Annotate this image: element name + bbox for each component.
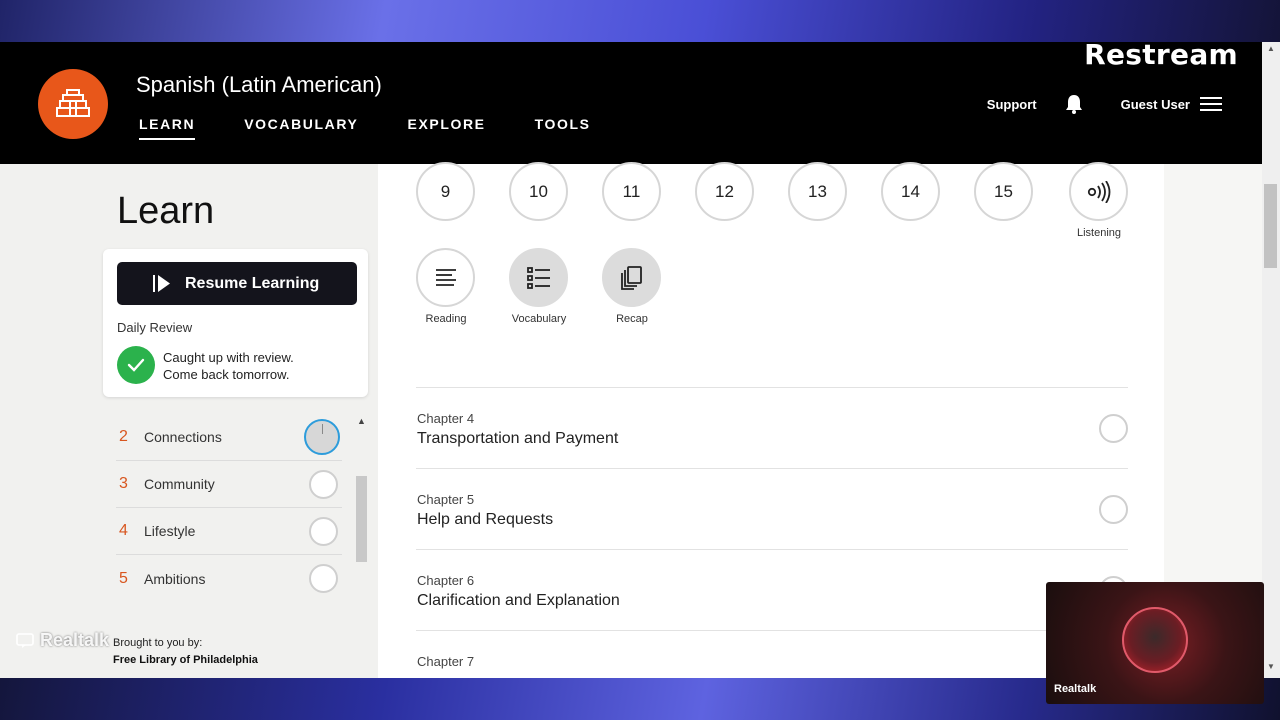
sponsor-name: Free Library of Philadelphia [113, 654, 258, 666]
unit-number: 2 [119, 428, 128, 445]
chapter-item[interactable]: Chapter 6 Clarification and Explanation [416, 550, 1128, 631]
webcam-name-label: Realtalk [1054, 683, 1097, 695]
lesson-button[interactable]: 11 [602, 162, 661, 221]
unit-item[interactable]: 5 Ambitions [116, 555, 342, 602]
resume-learning-label: Resume Learning [185, 274, 320, 292]
scroll-up-icon[interactable]: ▲ [1267, 44, 1275, 53]
nav-learn[interactable]: LEARN [139, 116, 196, 140]
unit-name: Ambitions [144, 570, 206, 587]
chapter-list: Chapter 4 Transportation and Payment Cha… [416, 387, 1128, 678]
listening-lesson: Listening [1069, 162, 1128, 239]
unit-number: 4 [119, 522, 128, 539]
unit-list: 2 Connections 3 Community 4 Lifestyle 5 … [116, 414, 342, 602]
review-message-line2: Come back tomorrow. [163, 367, 290, 382]
bell-icon[interactable] [1065, 94, 1083, 114]
top-header: Spanish (Latin American) LEARN VOCABULAR… [0, 42, 1262, 164]
header-actions: Support Guest User [987, 94, 1222, 114]
resume-learning-button[interactable]: Resume Learning [117, 262, 357, 305]
chapter-number: Chapter 7 [417, 654, 475, 669]
daily-review-label: Daily Review [117, 320, 193, 335]
course-title: Spanish (Latin American) [136, 72, 382, 97]
review-message-line1: Caught up with review. [163, 350, 294, 365]
nav-tools[interactable]: TOOLS [535, 116, 591, 140]
avatar [1122, 607, 1188, 673]
chapter-title: Transportation and Payment [417, 430, 619, 447]
realtalk-watermark: Realtalk [16, 630, 109, 651]
watermark-label: Realtalk [40, 630, 110, 650]
resume-card: Resume Learning Daily Review Caught up w… [103, 249, 368, 397]
review-status-message: Caught up with review. Come back tomorro… [163, 349, 343, 383]
hamburger-menu-icon[interactable] [1200, 96, 1222, 112]
learn-sidebar: Learn Resume Learning Daily Review Caugh… [0, 164, 378, 678]
nav-vocabulary[interactable]: VOCABULARY [244, 116, 358, 140]
chapter-progress-ring [1099, 495, 1128, 524]
chapter-title: Clarification and Explanation [417, 592, 620, 609]
chapter-title: Help and Requests [417, 511, 554, 528]
sidebar-scroll-up-icon[interactable]: ▲ [357, 416, 366, 426]
chapter-item[interactable]: Chapter 4 Transportation and Payment [416, 388, 1128, 469]
recap-icon[interactable] [602, 248, 661, 307]
resource-reading[interactable]: Reading [416, 248, 475, 325]
unit-progress-ring [309, 564, 338, 593]
reading-icon[interactable] [416, 248, 475, 307]
unit-name: Connections [144, 429, 222, 445]
resource-vocabulary[interactable]: Vocabulary [509, 248, 568, 325]
listening-button[interactable] [1069, 162, 1128, 221]
restream-logo: Restream [1084, 38, 1238, 71]
chapter-item[interactable]: Chapter 7 [416, 631, 1128, 678]
nav-explore[interactable]: EXPLORE [408, 116, 486, 140]
page-scrollbar[interactable]: ▲ ▼ [1262, 42, 1280, 678]
listening-icon [1087, 180, 1110, 203]
checkmark-icon [117, 346, 155, 384]
lesson-button[interactable]: 12 [695, 162, 754, 221]
unit-number: 3 [119, 475, 128, 492]
chapter-number: Chapter 4 [417, 411, 475, 426]
lesson-button[interactable]: 9 [416, 162, 475, 221]
unit-name: Community [144, 476, 215, 492]
lesson-button[interactable]: 13 [788, 162, 847, 221]
chapter-item[interactable]: Chapter 5 Help and Requests [416, 469, 1128, 550]
resource-label: Recap [616, 313, 648, 325]
resource-label: Reading [425, 313, 467, 325]
unit-item[interactable]: 3 Community [116, 461, 342, 508]
resource-label: Vocabulary [511, 313, 567, 325]
lesson-row: 9 10 11 12 13 14 15 [416, 162, 1067, 221]
play-icon [153, 275, 170, 292]
chat-icon [16, 632, 34, 648]
user-menu-label[interactable]: Guest User [1121, 97, 1190, 112]
unit-progress-ring [309, 516, 338, 546]
support-link[interactable]: Support [987, 97, 1037, 112]
sponsor-label: Brought to you by: [113, 637, 203, 649]
vocabulary-icon[interactable] [509, 248, 568, 307]
resource-row: Reading Vocabulary Recap [416, 248, 695, 325]
unit-progress-ring [309, 469, 338, 499]
pyramid-logo-icon[interactable] [38, 69, 108, 139]
chapter-progress-ring [1099, 414, 1128, 443]
unit-item[interactable]: 2 Connections [116, 414, 342, 461]
unit-item[interactable]: 4 Lifestyle [116, 508, 342, 555]
chapter-number: Chapter 6 [417, 573, 475, 588]
scroll-down-icon[interactable]: ▼ [1267, 662, 1275, 671]
webcam-overlay: Realtalk [1046, 582, 1264, 704]
unit-name: Lifestyle [144, 523, 196, 539]
page-title: Learn [117, 190, 215, 232]
listening-label: Listening [1076, 227, 1122, 239]
main-nav: LEARN VOCABULARY EXPLORE TOOLS [139, 116, 640, 140]
lesson-button[interactable]: 14 [881, 162, 940, 221]
resource-recap[interactable]: Recap [602, 248, 661, 325]
unit-number: 5 [119, 569, 128, 587]
sidebar-scrollbar-thumb[interactable] [356, 476, 367, 562]
chapter-number: Chapter 5 [417, 492, 475, 507]
lesson-button[interactable]: 15 [974, 162, 1033, 221]
lesson-button[interactable]: 10 [509, 162, 568, 221]
unit-progress-ring [304, 419, 340, 455]
scrollbar-thumb[interactable] [1264, 184, 1277, 268]
